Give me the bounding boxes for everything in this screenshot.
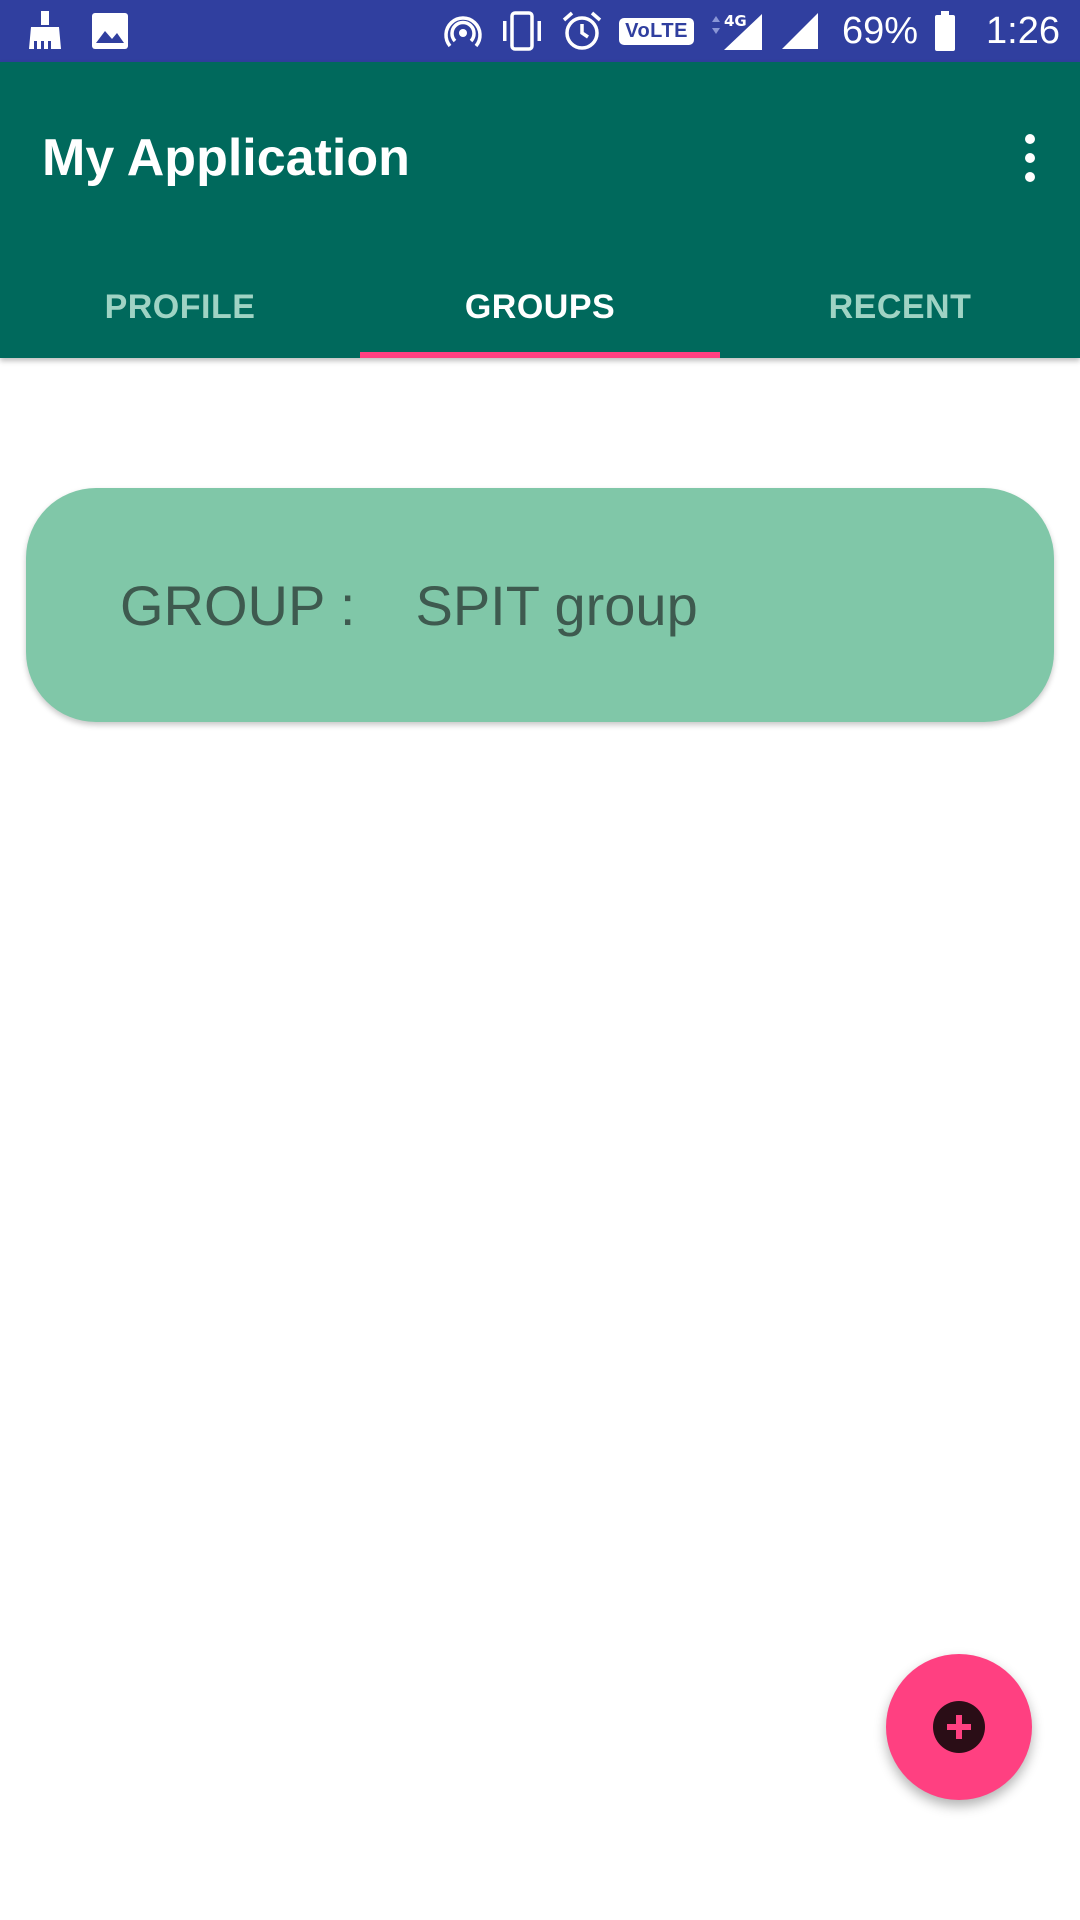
screen: VoLTE 4G 69% 1:26 My Application PROFILE… bbox=[0, 0, 1080, 1920]
network-4g-icon: 4G bbox=[710, 10, 764, 52]
alarm-icon bbox=[561, 10, 603, 52]
tab-label: PROFILE bbox=[104, 287, 256, 326]
status-bar-right: VoLTE 4G 69% 1:26 bbox=[443, 0, 1060, 62]
group-name: SPIT group bbox=[415, 573, 698, 637]
more-vert-icon-dot bbox=[1025, 172, 1035, 182]
tab-profile[interactable]: PROFILE bbox=[0, 256, 360, 358]
vibrate-icon bbox=[499, 11, 545, 51]
tab-recent[interactable]: RECENT bbox=[720, 256, 1080, 358]
image-icon bbox=[92, 13, 128, 49]
tab-groups[interactable]: GROUPS bbox=[360, 256, 720, 358]
group-card[interactable]: GROUP : SPIT group bbox=[26, 488, 1054, 722]
battery-icon bbox=[934, 11, 956, 51]
network-label: 4G bbox=[724, 12, 747, 30]
tab-indicator bbox=[360, 352, 720, 358]
add-group-button[interactable] bbox=[886, 1654, 1032, 1800]
hotspot-icon bbox=[443, 11, 483, 51]
status-bar: VoLTE 4G 69% 1:26 bbox=[0, 0, 1080, 62]
app-title: My Application bbox=[42, 129, 410, 187]
add-circle-icon bbox=[933, 1701, 985, 1753]
more-options-button[interactable] bbox=[1000, 122, 1060, 194]
volte-icon: VoLTE bbox=[619, 17, 694, 45]
more-vert-icon-dot bbox=[1025, 153, 1035, 163]
clock: 1:26 bbox=[986, 9, 1060, 52]
tab-bar: PROFILE GROUPS RECENT bbox=[0, 256, 1080, 358]
more-vert-icon bbox=[1025, 134, 1035, 144]
battery-percent: 69% bbox=[841, 9, 919, 52]
signal-icon bbox=[780, 11, 820, 51]
app-bar: My Application PROFILE GROUPS RECENT bbox=[0, 62, 1080, 358]
tab-label: GROUPS bbox=[464, 287, 616, 326]
status-bar-left bbox=[0, 11, 128, 51]
tab-label: RECENT bbox=[828, 287, 972, 326]
group-label: GROUP : bbox=[120, 573, 356, 637]
cleaner-icon bbox=[28, 11, 62, 51]
